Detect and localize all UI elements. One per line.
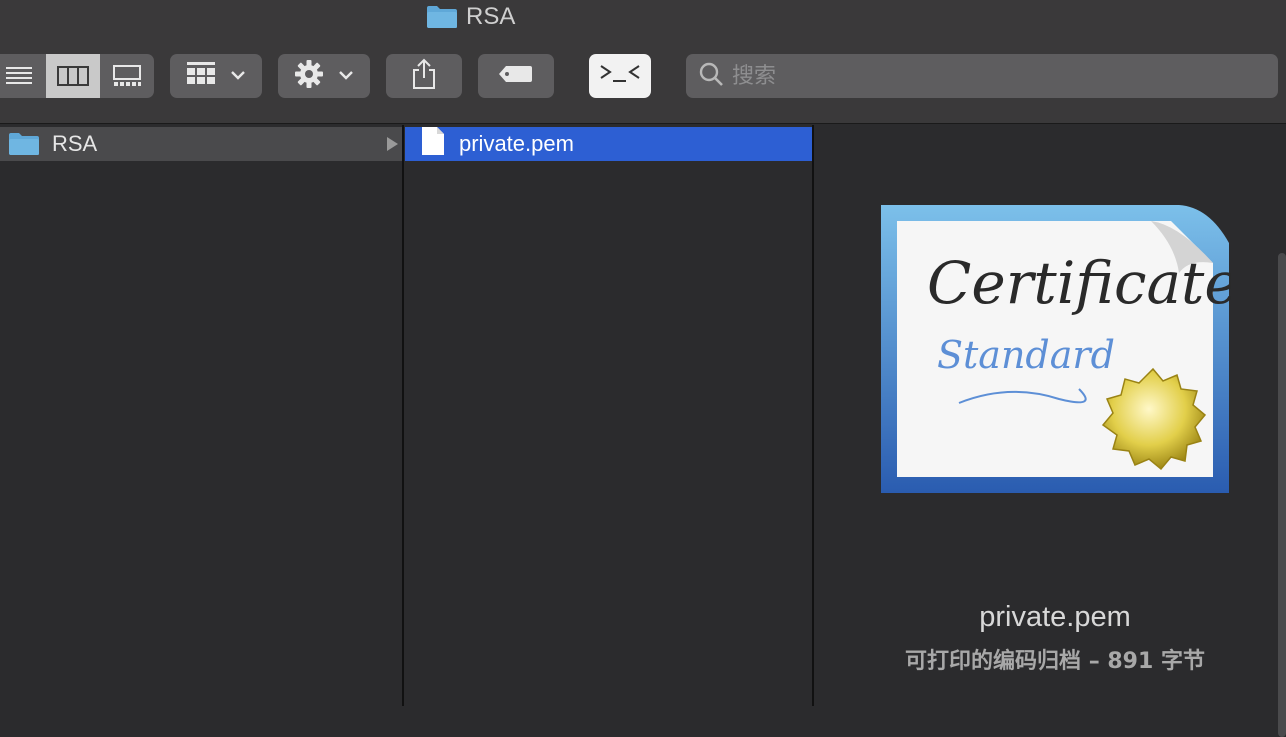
preview-file-info: 可打印的编码归档 – 891 字节 [905, 649, 1205, 674]
certificate-icon: Certificate Standard [879, 203, 1239, 500]
toolbar: RSA [0, 0, 1286, 124]
tag-icon [498, 64, 534, 89]
document-icon [421, 126, 445, 162]
preview-pane: Certificate Standard private.pem 可打印的编码归… [815, 125, 1286, 737]
search-icon [698, 61, 724, 92]
gear-icon [294, 59, 324, 94]
list-item-label: RSA [52, 131, 98, 156]
group-button[interactable] [170, 54, 262, 98]
search-input[interactable] [732, 63, 1252, 89]
window-title: RSA [426, 2, 515, 32]
terminal-icon [598, 61, 642, 92]
view-mode-control[interactable] [0, 54, 154, 98]
column-2[interactable]: private.pem [405, 125, 814, 706]
folder-icon [426, 5, 458, 29]
terminal-button[interactable] [589, 54, 651, 98]
gallery-view-icon[interactable] [100, 54, 154, 98]
preview-file-name: private.pem [979, 601, 1131, 633]
column-view-icon[interactable] [46, 54, 100, 98]
scrollbar[interactable] [1278, 253, 1286, 737]
share-button[interactable] [386, 54, 462, 98]
chevron-down-icon [338, 67, 354, 85]
certificate-title-text: Certificate [927, 249, 1231, 317]
list-item-label: private.pem [459, 131, 574, 156]
list-item[interactable]: private.pem [405, 127, 812, 161]
tag-button[interactable] [478, 54, 554, 98]
share-icon [411, 58, 437, 95]
certificate-subtitle-text: Standard [937, 333, 1115, 377]
search-field[interactable] [686, 54, 1278, 98]
chevron-down-icon [230, 67, 246, 85]
column-1[interactable]: RSA [0, 125, 404, 706]
list-item[interactable]: RSA [0, 127, 402, 161]
window-title-text: RSA [466, 3, 516, 30]
list-view-icon[interactable] [0, 54, 46, 98]
group-icon [186, 61, 216, 92]
action-button[interactable] [278, 54, 370, 98]
folder-icon [8, 132, 40, 156]
disclosure-arrow-icon [387, 137, 398, 151]
